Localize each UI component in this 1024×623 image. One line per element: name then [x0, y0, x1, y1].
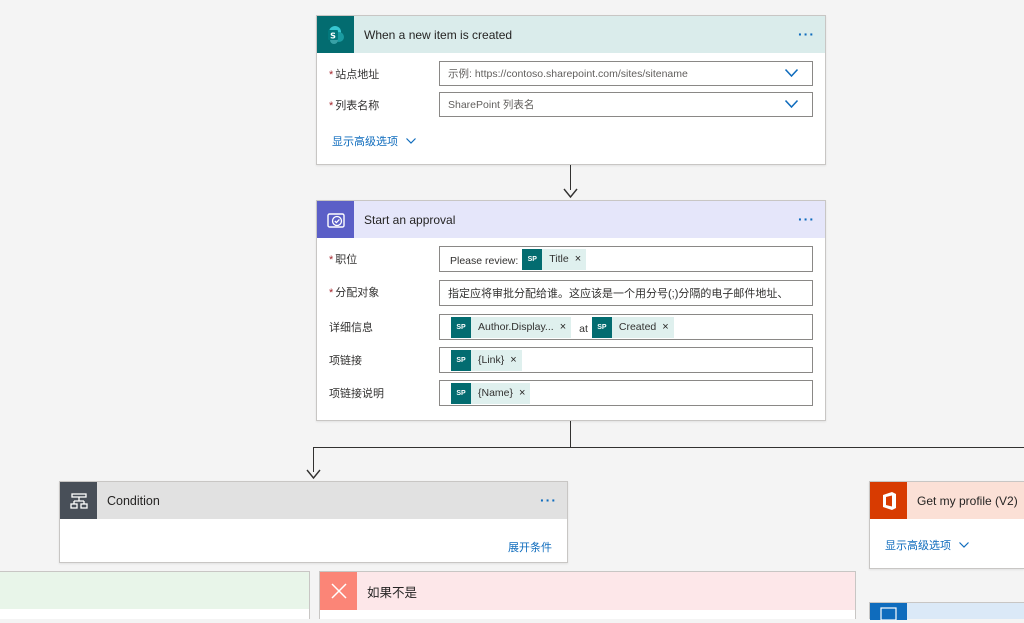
more-options-icon[interactable]: ···: [798, 212, 815, 226]
title-field[interactable]: Please review: SP Title ×: [439, 246, 813, 272]
action-icon: [870, 603, 907, 621]
token-label: Title: [549, 253, 569, 265]
dynamic-token[interactable]: SP Created ×: [591, 316, 674, 338]
item-link-field[interactable]: SP {Link} ×: [439, 347, 813, 373]
office-icon: [870, 482, 907, 519]
arrow-down-icon: [306, 469, 321, 480]
condition-title: Condition: [107, 493, 160, 508]
item-link-description-field[interactable]: SP {Name} ×: [439, 380, 813, 406]
show-advanced-options-link[interactable]: 显示高级选项: [332, 133, 416, 149]
sharepoint-icon: S: [317, 16, 354, 53]
if-yes-header[interactable]: [0, 572, 309, 609]
remove-token-icon[interactable]: ×: [558, 321, 571, 333]
remove-token-icon[interactable]: ×: [517, 387, 530, 399]
get-profile-card[interactable]: Get my profile (V2) 显示高级选项: [869, 481, 1024, 569]
title-label: * 职位: [329, 254, 358, 266]
show-advanced-label[interactable]: 显示高级选项: [332, 133, 398, 149]
assigned-to-input[interactable]: 指定应将审批分配给谁。这应该是一个用分号(;)分隔的电子邮件地址、: [439, 280, 813, 306]
remove-token-icon[interactable]: ×: [660, 321, 673, 333]
trigger-title: When a new item is created: [364, 27, 513, 42]
if-yes-branch[interactable]: [0, 571, 310, 619]
list-name-label: * 列表名称: [329, 100, 380, 112]
sharepoint-icon: SP: [451, 316, 471, 338]
token-label: Author.Display...: [478, 321, 554, 333]
item-link-label: 项链接: [329, 355, 362, 367]
remove-token-icon[interactable]: ×: [573, 253, 586, 265]
dynamic-token[interactable]: SP Title ×: [522, 248, 587, 270]
approval-card[interactable]: Start an approval ··· * 职位 Please review:…: [316, 200, 826, 421]
expand-condition-link[interactable]: 展开条件: [508, 539, 552, 555]
sharepoint-icon: SP: [451, 382, 471, 404]
condition-card[interactable]: Condition ··· 展开条件: [59, 481, 568, 563]
list-name-dropdown[interactable]: SharePoint 列表名: [439, 92, 813, 117]
dynamic-token[interactable]: SP {Link} ×: [451, 349, 522, 371]
list-name-placeholder: SharePoint 列表名: [448, 99, 535, 111]
condition-header[interactable]: Condition ···: [60, 482, 567, 519]
more-options-icon[interactable]: ···: [798, 27, 815, 41]
chevron-down-icon[interactable]: [785, 100, 798, 108]
get-profile-title: Get my profile (V2): [917, 493, 1018, 508]
if-no-header[interactable]: 如果不是: [320, 572, 855, 610]
approval-icon: [317, 201, 354, 238]
dynamic-token[interactable]: SP Author.Display... ×: [451, 316, 572, 338]
dynamic-token[interactable]: SP {Name} ×: [451, 382, 531, 404]
site-address-label: * 站点地址: [329, 69, 380, 81]
chevron-down-icon: [406, 138, 416, 144]
arrow-down-icon: [563, 188, 578, 199]
item-link-description-label: 项链接说明: [329, 388, 384, 400]
sharepoint-icon: SP: [451, 349, 471, 371]
sharepoint-icon: SP: [522, 248, 543, 270]
if-no-branch[interactable]: 如果不是: [319, 571, 856, 619]
token-label: Created: [618, 321, 657, 333]
sharepoint-icon: SP: [591, 316, 612, 338]
details-label: 详细信息: [329, 322, 373, 334]
close-icon: [320, 572, 357, 610]
title-prefix-text: Please review:: [450, 255, 519, 267]
token-label: {Link}: [478, 354, 505, 366]
show-advanced-label[interactable]: 显示高级选项: [885, 537, 951, 553]
assigned-to-placeholder: 指定应将审批分配给谁。这应该是一个用分号(;)分隔的电子邮件地址、: [448, 288, 789, 300]
chevron-down-icon[interactable]: [785, 69, 798, 77]
details-field[interactable]: SP Author.Display... × at SP Created ×: [439, 314, 813, 340]
next-action-card[interactable]: [869, 602, 1024, 621]
show-advanced-options-link[interactable]: 显示高级选项: [885, 537, 969, 553]
approval-header[interactable]: Start an approval ···: [317, 201, 825, 238]
trigger-header[interactable]: S When a new item is created ···: [317, 16, 825, 53]
trigger-card[interactable]: S When a new item is created ··· * 站点地址 示…: [316, 15, 826, 165]
assigned-to-label: * 分配对象: [329, 287, 380, 299]
get-profile-header[interactable]: Get my profile (V2): [870, 482, 1024, 519]
site-address-placeholder: 示例: https://contoso.sharepoint.com/sites…: [448, 68, 688, 80]
token-label: {Name}: [478, 387, 514, 399]
more-options-icon[interactable]: ···: [540, 493, 557, 507]
chevron-down-icon: [959, 542, 969, 548]
remove-token-icon[interactable]: ×: [508, 354, 521, 366]
connector-line: [570, 420, 571, 447]
condition-icon: [60, 482, 97, 519]
svg-text:S: S: [330, 31, 336, 40]
if-no-title: 如果不是: [367, 585, 418, 600]
approval-title: Start an approval: [364, 212, 456, 227]
connector-line: [313, 447, 1024, 448]
site-address-dropdown[interactable]: 示例: https://contoso.sharepoint.com/sites…: [439, 61, 813, 86]
details-at-text: at: [579, 323, 588, 335]
